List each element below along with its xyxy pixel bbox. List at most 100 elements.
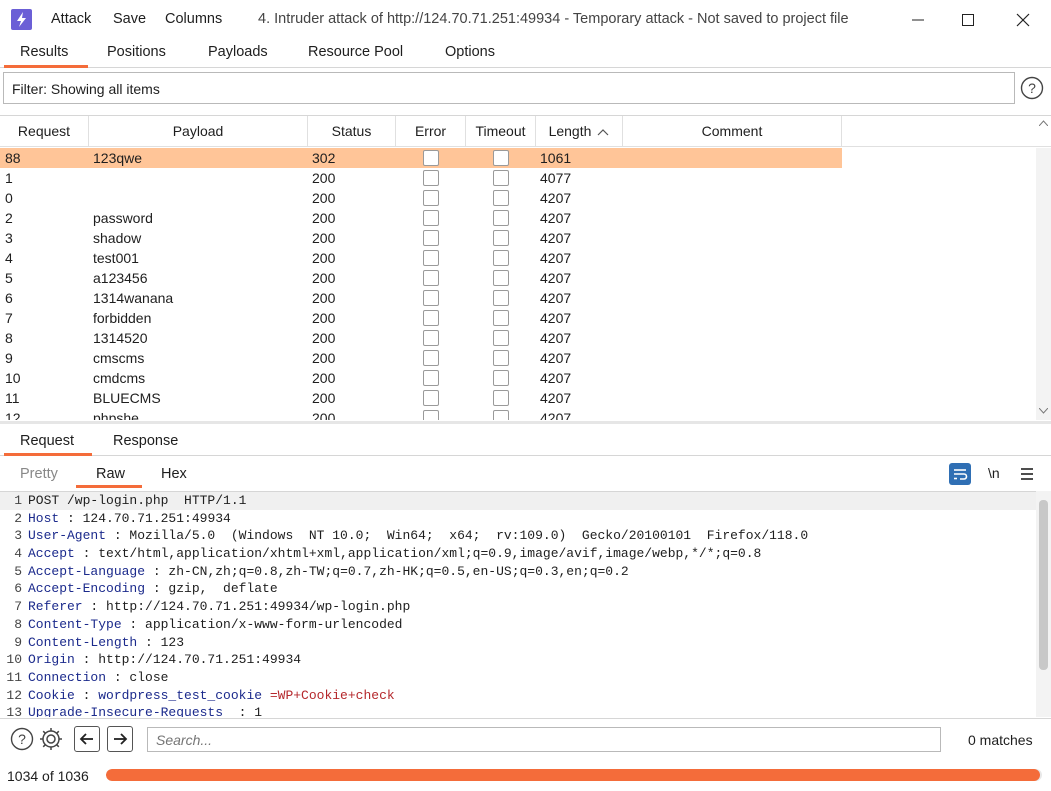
line-text: Content-Type : application/x-www-form-ur… [28,616,402,634]
column-header-payload[interactable]: Payload [89,116,308,147]
table-row[interactable]: 10 cmdcms 200 4207 [0,368,842,388]
tab-payloads[interactable]: Payloads [208,44,268,60]
tab-positions[interactable]: Positions [107,44,166,60]
svg-text:?: ? [1028,80,1036,96]
cell-status: 200 [312,230,336,246]
line-number: 6 [14,581,22,597]
cell-length: 4207 [540,390,572,406]
table-row[interactable]: 2 password 200 4207 [0,208,842,228]
header-value: : close [106,669,169,685]
line-number: 3 [14,528,22,544]
line-number: 2 [14,510,22,526]
close-button[interactable] [1003,6,1043,34]
view-tab-raw[interactable]: Raw [96,466,125,482]
column-header-timeout[interactable]: Timeout [466,116,536,147]
table-row[interactable]: 1 200 4077 [0,168,842,188]
settings-gear-icon[interactable] [39,726,65,752]
header-value: : gzip, deflate [145,581,278,597]
table-row[interactable]: 8 1314520 200 4207 [0,328,842,348]
tab-options[interactable]: Options [445,44,495,60]
cell-status: 200 [312,270,336,286]
table-row[interactable]: 5 a123456 200 4207 [0,268,842,288]
table-row[interactable]: 88 123qwe 302 1061 [0,148,842,168]
tab-request[interactable]: Request [20,433,74,449]
table-row[interactable]: 0 200 4207 [0,188,842,208]
menu-icon[interactable] [1020,463,1042,485]
maximize-button[interactable] [948,6,988,34]
active-tab-indicator [4,65,88,68]
search-help-icon[interactable]: ? [10,726,36,752]
column-header-error[interactable]: Error [396,116,466,147]
header-name: User-Agent [28,528,107,544]
search-input[interactable] [147,727,941,752]
table-row[interactable]: 7 forbidden 200 4207 [0,308,842,328]
cell-request: 9 [5,350,13,366]
error-checkbox [423,230,439,246]
arrow-left-icon [79,733,93,745]
request-line: 7 Referer : http://124.70.71.251:49934/wp… [0,598,1051,616]
header-name: Host [28,510,60,526]
error-checkbox [423,190,439,206]
cell-request: 4 [5,250,13,266]
table-row[interactable]: 6 1314wanana 200 4207 [0,288,842,308]
next-match-button[interactable] [107,726,133,752]
cell-request: 6 [5,290,13,306]
table-row[interactable]: 11 BLUECMS 200 4207 [0,388,842,408]
close-icon [1016,13,1030,27]
header-name: Accept-Language [28,563,146,579]
cell-length: 4207 [540,270,572,286]
timeout-checkbox [493,150,509,166]
scroll-up-icon[interactable] [1039,120,1048,126]
line-number: 8 [14,616,22,632]
view-tab-pretty[interactable]: Pretty [20,466,58,482]
word-wrap-icon[interactable] [949,463,971,485]
request-line: 9 Content-Length : 123 [0,634,1051,652]
tab-response[interactable]: Response [113,433,178,449]
menu-attack[interactable]: Attack [51,11,91,27]
line-number: 1 [14,493,22,508]
cell-request: 7 [5,310,13,326]
table-row[interactable]: 3 shadow 200 4207 [0,228,842,248]
cell-payload: 123qwe [93,150,143,166]
header-value: : 123 [137,634,185,650]
minimize-button[interactable] [898,6,938,34]
cell-payload: test001 [93,250,139,266]
menu-save[interactable]: Save [113,11,146,27]
column-header-length[interactable]: Length [536,116,623,147]
table-row[interactable]: 9 cmscms 200 4207 [0,348,842,368]
scroll-down-icon[interactable] [1039,408,1048,414]
request-line: 11 Connection : close [0,669,1051,687]
cell-status: 200 [312,190,336,206]
tab-resource-pool[interactable]: Resource Pool [308,44,403,60]
cookie-name: wordpress_test_cookie [98,687,263,703]
error-checkbox [423,330,439,346]
cell-length: 4207 [540,290,572,306]
request-line: 1 POST /wp-login.php HTTP/1.1 [0,492,1051,510]
line-number: 13 [6,705,22,717]
view-tab-hex[interactable]: Hex [161,466,187,482]
cell-length: 4207 [540,250,572,266]
table-row[interactable]: 4 test001 200 4207 [0,248,842,268]
request-line: 8 Content-Type : application/x-www-form-u… [0,616,1051,634]
previous-match-button[interactable] [74,726,100,752]
window-title: 4. Intruder attack of http://124.70.71.2… [258,11,849,27]
editor-scroll-thumb[interactable] [1039,500,1048,670]
active-detail-tab-indicator [4,453,92,456]
menu-columns[interactable]: Columns [165,11,222,27]
column-header-status[interactable]: Status [308,116,396,147]
tab-results[interactable]: Results [20,44,68,60]
table-row[interactable]: 12 phpshe 200 4207 [0,408,842,420]
help-icon[interactable]: ? [1020,76,1044,100]
filter-bar[interactable]: Filter: Showing all items [3,72,1015,104]
header-value: : zh-CN,zh;q=0.8,zh-TW;q=0.7,zh-HK;q=0.5… [145,563,629,579]
table-scrollbar[interactable] [1036,148,1051,420]
column-header-comment[interactable]: Comment [623,116,842,147]
error-checkbox [423,210,439,226]
cell-length: 4207 [540,370,572,386]
error-checkbox [423,410,439,420]
cell-length: 4207 [540,310,572,326]
newline-toggle[interactable]: \n [988,465,1000,487]
raw-request-editor[interactable]: 1 POST /wp-login.php HTTP/1.1 2 Host : 124.… [0,491,1051,717]
column-header-request[interactable]: Request [0,116,89,147]
timeout-checkbox [493,250,509,266]
